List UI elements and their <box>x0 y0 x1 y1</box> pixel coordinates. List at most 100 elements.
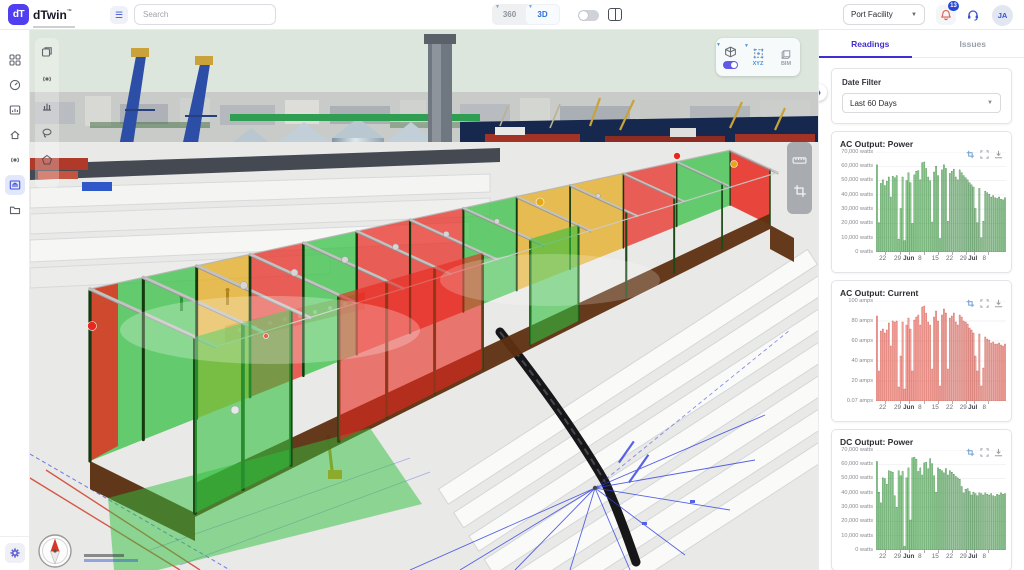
chart-toolbar <box>966 150 1003 159</box>
user-avatar[interactable]: JA <box>992 5 1013 26</box>
view-360-button[interactable]: ▼360 <box>493 5 526 24</box>
xyz-axes-control[interactable]: ▼ XYZ <box>745 47 771 67</box>
sidebar-footer <box>0 536 29 570</box>
sidebar-item-sensors[interactable] <box>5 150 25 170</box>
sidebar-item-dashboard[interactable] <box>5 75 25 95</box>
report-icon <box>9 104 21 116</box>
tab-readings[interactable]: Readings <box>819 30 922 57</box>
y-axis-tick-label: 60,000 watts <box>840 163 873 169</box>
x-axis-tick-label: 22 <box>946 255 953 262</box>
crop-icon[interactable] <box>966 299 975 308</box>
sidebar-item-home[interactable] <box>5 125 25 145</box>
y-axis-tick-label: 60,000 watts <box>840 461 873 467</box>
x-axis-tick <box>988 252 989 255</box>
x-axis-tick-label: 15 <box>932 404 939 411</box>
xyz-label: XYZ <box>753 61 764 67</box>
date-filter-label: Date Filter <box>842 78 1001 87</box>
x-axis-tick-label: 29 <box>960 553 967 560</box>
panel-content: Date Filter Last 60 Days ▼ AC Output: Po… <box>819 58 1024 570</box>
x-axis-tick <box>924 401 925 404</box>
x-axis-tick-label: 8 <box>982 404 986 411</box>
download-icon[interactable] <box>994 150 1003 159</box>
x-axis-tick-label: 15 <box>932 553 939 560</box>
y-axis-tick-label: 20 amps <box>840 378 873 384</box>
download-icon[interactable] <box>994 448 1003 457</box>
layers-icon[interactable] <box>41 45 53 63</box>
panel-tabs: Readings Issues <box>819 30 1024 58</box>
measure-icon[interactable] <box>792 153 807 173</box>
crop-icon[interactable] <box>793 184 807 203</box>
lasso-icon[interactable] <box>41 126 53 144</box>
y-axis-tick-label: 40,000 watts <box>840 192 873 198</box>
view-3d-button[interactable]: ▼3D <box>526 5 559 24</box>
x-axis-tick-label: Jun <box>903 553 914 560</box>
crop-icon[interactable] <box>966 150 975 159</box>
y-axis-tick-label: 10,000 watts <box>840 235 873 241</box>
chart-bars <box>876 450 1006 550</box>
chart-card-dc-power: DC Output: Power 70,000 watts60,000 watt… <box>831 429 1012 570</box>
y-axis-tick-label: 0 watts <box>840 249 873 255</box>
crop-icon[interactable] <box>966 448 975 457</box>
apps-icon <box>9 54 21 66</box>
sidebar-item-reports[interactable] <box>5 100 25 120</box>
x-axis-tick-label: 22 <box>946 553 953 560</box>
bim-control[interactable]: BIM <box>773 47 799 67</box>
sidebar-item-files[interactable] <box>5 200 25 220</box>
frame-icon[interactable] <box>980 448 989 457</box>
sidebar-item-apps[interactable] <box>5 50 25 70</box>
frame-icon[interactable] <box>980 150 989 159</box>
x-axis-tick-label: 29 <box>894 255 901 262</box>
x-axis-tick-label: 29 <box>894 553 901 560</box>
bim-cube-icon <box>780 47 793 60</box>
chart-bars <box>876 301 1006 401</box>
x-axis-tick-label: 8 <box>918 255 922 262</box>
polygon-icon[interactable] <box>41 153 53 171</box>
sidebar-item-3d-viewer[interactable] <box>5 175 25 195</box>
split-view-icon[interactable] <box>608 8 622 21</box>
chart-plot-area[interactable]: 70,000 watts60,000 watts50,000 watts40,0… <box>840 152 1003 266</box>
x-axis-tick-label: 22 <box>879 404 886 411</box>
tab-issues[interactable]: Issues <box>922 30 1024 57</box>
truck <box>82 182 112 191</box>
x-axis-tick-label: 8 <box>918 553 922 560</box>
facility-select[interactable]: Port Facility ▼ <box>843 4 925 25</box>
notification-count-badge: 13 <box>948 1 959 11</box>
model-visibility-control[interactable]: ▼ <box>717 46 743 69</box>
logo-text: dTwin <box>33 8 67 22</box>
chart-plot-area[interactable]: 70,000 watts60,000 watts50,000 watts40,0… <box>840 450 1003 564</box>
search-input[interactable] <box>134 4 276 25</box>
date-filter-card: Date Filter Last 60 Days ▼ <box>831 68 1012 124</box>
3d-viewport[interactable]: ▼ ▼ XYZ BIM <box>30 30 818 570</box>
y-axis-tick-label: 50,000 watts <box>840 475 873 481</box>
hamburger-menu-icon[interactable]: ☰ <box>110 6 128 24</box>
viewport-left-toolbar <box>35 38 59 188</box>
support-button[interactable] <box>963 5 983 25</box>
readings-panel: ❯ Readings Issues Date Filter Last 60 Da… <box>818 30 1024 570</box>
y-axis-tick-label: 20,000 watts <box>840 518 873 524</box>
x-axis-tick-label: 29 <box>960 255 967 262</box>
y-axis-tick-label: 20,000 watts <box>840 220 873 226</box>
broadcast-icon[interactable] <box>41 72 53 90</box>
haze-2 <box>440 254 660 306</box>
app-logo[interactable]: dT dTwin™ <box>8 4 75 28</box>
compare-toggle[interactable] <box>578 10 599 21</box>
y-axis-tick-label: 60 amps <box>840 338 873 344</box>
date-filter-select[interactable]: Last 60 Days ▼ <box>842 93 1001 113</box>
x-axis-tick-label: Jun <box>903 255 914 262</box>
viewer-3d-icon <box>9 179 21 191</box>
x-axis-tick-label: Jul <box>968 255 977 262</box>
view-mode-switch: ▼360 ▼3D <box>492 4 560 25</box>
chart-icon[interactable] <box>41 99 53 117</box>
y-axis-tick-label: 70,000 watts <box>840 149 873 155</box>
settings-button[interactable] <box>5 543 25 563</box>
x-axis-tick-label: 29 <box>960 404 967 411</box>
toggle-knob <box>579 11 588 20</box>
download-icon[interactable] <box>994 299 1003 308</box>
frame-icon[interactable] <box>980 299 989 308</box>
model-toggle[interactable] <box>723 61 738 69</box>
y-axis-tick-label: 100 amps <box>840 298 873 304</box>
viewport-display-controls: ▼ ▼ XYZ BIM <box>716 38 800 76</box>
chart-plot-area[interactable]: 100 amps80 amps60 amps40 amps20 amps0.07… <box>840 301 1003 415</box>
compass[interactable] <box>36 532 74 570</box>
chart-bars <box>876 152 1006 252</box>
